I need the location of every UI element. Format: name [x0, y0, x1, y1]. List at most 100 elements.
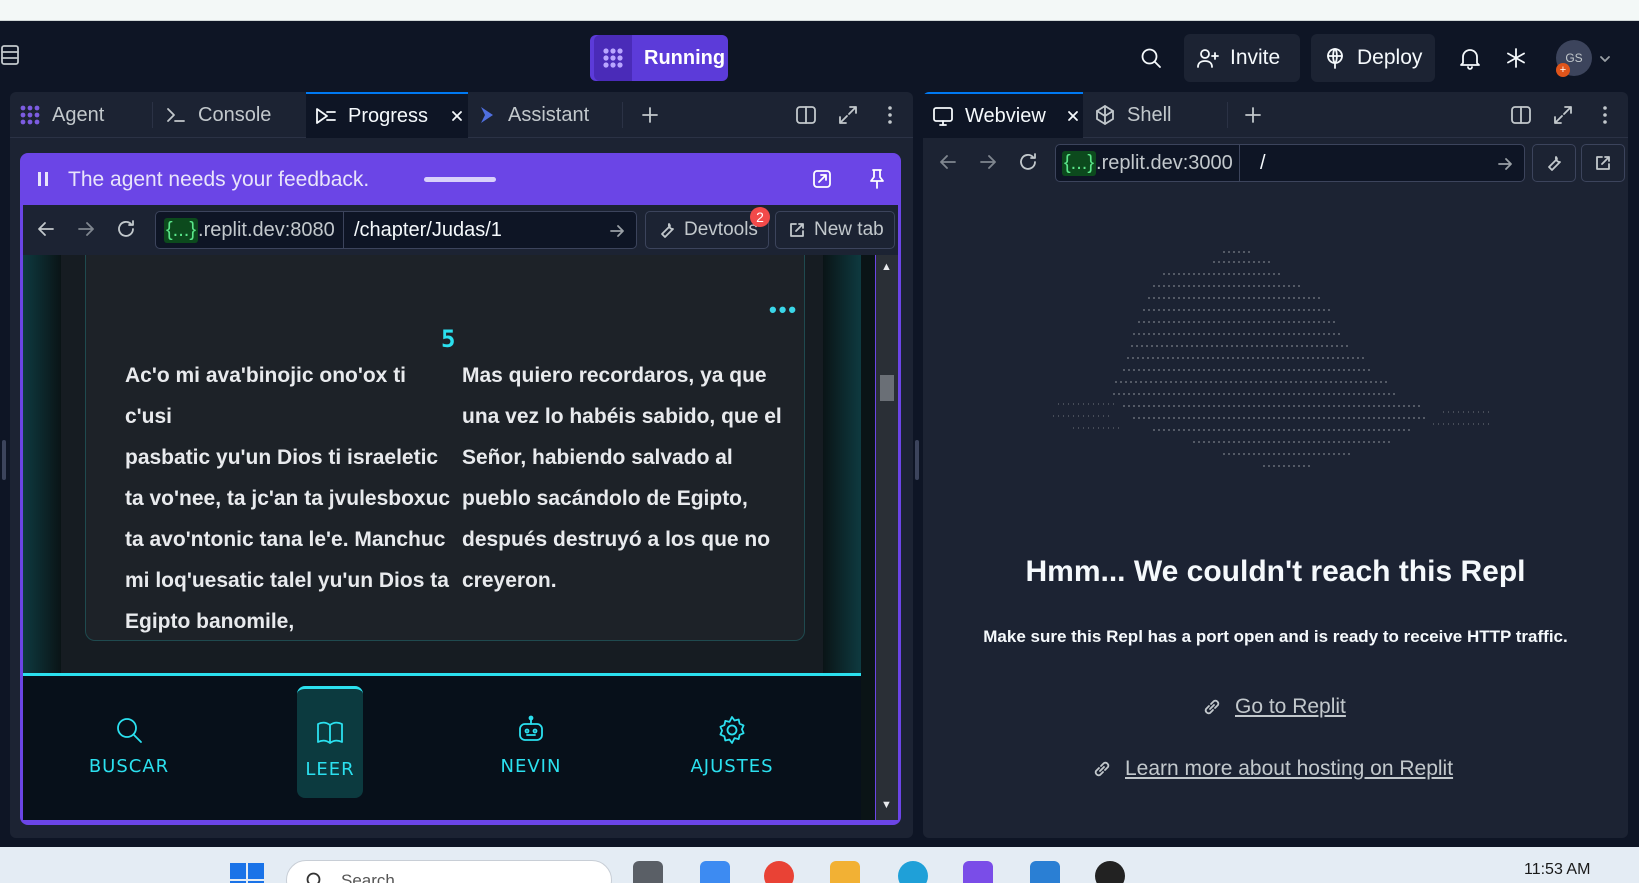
tab-label: Webview [965, 104, 1046, 127]
run-button[interactable]: Running [590, 35, 728, 81]
scrollbar-thumb[interactable] [880, 375, 894, 401]
nav-leer[interactable]: LEER [297, 686, 363, 798]
gear-icon [719, 716, 745, 744]
reload-icon[interactable] [115, 218, 137, 240]
devtools-button[interactable] [1532, 144, 1576, 182]
more-options-icon[interactable] [878, 103, 902, 127]
error-title: Hmm... We couldn't reach this Repl [1025, 555, 1526, 588]
nav-buscar[interactable]: BUSCAR [89, 686, 168, 798]
right-tab-bar: Webview Shell [923, 92, 1628, 138]
open-new-tab-button[interactable] [1581, 144, 1625, 182]
link-label: Learn more about hosting on Replit [1125, 757, 1454, 780]
close-icon[interactable] [450, 109, 464, 123]
new-tab-button[interactable]: New tab [775, 211, 895, 249]
learn-hosting-link[interactable]: Learn more about hosting on Replit [1091, 757, 1453, 781]
glow-border [23, 255, 61, 673]
feedback-message: The agent needs your feedback. [68, 168, 370, 191]
tab-divider [622, 102, 623, 128]
monitor-icon [933, 107, 953, 126]
go-arrow-icon[interactable] [1496, 155, 1514, 173]
verse-line: creyeron. [462, 569, 557, 592]
maximize-icon[interactable] [836, 103, 860, 127]
taskbar-clock: 11:53 AM [1524, 861, 1591, 878]
chevron-down-icon[interactable] [1598, 52, 1612, 66]
back-arrow-icon[interactable] [937, 151, 959, 173]
pane-resize-handle[interactable] [2, 440, 6, 480]
taskbar-search[interactable]: Search [286, 860, 612, 883]
inner-url-bar[interactable]: {...} .replit.dev:8080 /chapter/Judas/1 [155, 211, 637, 249]
taskbar-app-icon[interactable] [963, 861, 993, 883]
verse-text-tzotzil: Ac'o mi ava'binojic ono'ox ti c'usi pasb… [125, 355, 455, 642]
link-icon [1094, 761, 1110, 777]
split-pane-icon[interactable] [794, 103, 818, 127]
agent-icon [20, 105, 40, 125]
taskbar-app-icon[interactable] [700, 861, 730, 883]
more-horizontal-icon[interactable]: ••• [769, 297, 798, 323]
deploy-globe-icon [1327, 48, 1343, 69]
search-icon [306, 872, 321, 883]
add-user-icon [1197, 49, 1219, 68]
ai-spark-button[interactable] [1500, 34, 1532, 82]
search-icon [117, 718, 142, 743]
open-external-icon[interactable] [810, 167, 834, 191]
nav-ajustes[interactable]: AJUSTES [690, 686, 773, 798]
url-path[interactable]: /chapter/Judas/1 [354, 219, 502, 242]
go-to-replit-link[interactable]: Go to Replit [1201, 695, 1346, 719]
forward-arrow-icon[interactable] [977, 151, 999, 173]
notifications-button[interactable] [1454, 34, 1486, 82]
nav-nevin[interactable]: NEVIN [498, 686, 564, 798]
edge-icon[interactable] [898, 861, 928, 883]
tab-webview[interactable]: Webview [923, 92, 1083, 138]
chrome-icon[interactable] [764, 861, 794, 883]
ascii-cloud-illustration [1053, 251, 1493, 467]
tab-progress[interactable]: Progress [306, 92, 468, 138]
pane-resize-handle[interactable] [915, 440, 919, 480]
devtools-label: Devtools [684, 219, 758, 240]
go-arrow-icon[interactable] [608, 222, 626, 240]
verse-text-spanish: Mas quiero recordaros, ya que una vez lo… [462, 355, 782, 601]
reload-icon[interactable] [1017, 151, 1039, 173]
glow-border [823, 255, 861, 673]
vscode-icon[interactable] [1030, 861, 1060, 883]
more-options-icon[interactable] [1593, 103, 1617, 127]
feedback-bar[interactable]: The agent needs your feedback. [20, 153, 901, 205]
robot-icon [519, 715, 543, 741]
folder-icon[interactable] [830, 861, 860, 883]
split-pane-icon[interactable] [1509, 103, 1533, 127]
inner-scrollbar[interactable]: ▲ ▼ [876, 255, 898, 820]
add-tab-icon[interactable] [638, 103, 662, 127]
nav-label: LEER [305, 759, 355, 780]
deploy-button[interactable]: Deploy [1311, 34, 1435, 82]
webview-url-bar[interactable]: {...} .replit.dev:3000 / [1055, 144, 1525, 182]
scroll-up-arrow[interactable]: ▲ [881, 261, 892, 273]
browser-chrome-strip [0, 0, 1639, 21]
url-path[interactable]: / [1260, 152, 1266, 175]
url-host: {...} .replit.dev:8080 [156, 212, 344, 248]
tab-assistant[interactable]: Assistant [470, 92, 620, 138]
pause-icon[interactable] [36, 170, 50, 188]
taskbar-app-icon[interactable] [633, 861, 663, 883]
tab-agent[interactable]: Agent [10, 92, 150, 138]
back-arrow-icon[interactable] [35, 218, 57, 240]
inner-browser-nav: {...} .replit.dev:8080 /chapter/Judas/1 D… [23, 205, 898, 255]
verse-line: Mas quiero recordaros, ya que [462, 364, 767, 387]
nav-label: NEVIN [500, 756, 562, 777]
scroll-down-arrow[interactable]: ▼ [881, 799, 892, 811]
windows-start-icon[interactable] [230, 863, 264, 883]
search-icon [1141, 48, 1161, 68]
maximize-icon[interactable] [1551, 103, 1575, 127]
tab-shell[interactable]: Shell [1085, 92, 1235, 138]
pin-icon[interactable] [866, 167, 888, 191]
invite-button[interactable]: Invite [1184, 34, 1300, 82]
openai-icon[interactable] [1095, 861, 1125, 883]
add-tab-icon[interactable] [1241, 103, 1265, 127]
sidebar-toggle-icon[interactable] [0, 43, 22, 67]
drag-handle[interactable] [424, 177, 496, 182]
tab-console[interactable]: Console [156, 92, 306, 138]
search-button[interactable] [1130, 34, 1172, 82]
verse-line: ta avo'ntonic tana le'e. Manchuc [125, 528, 446, 551]
tab-divider [152, 102, 153, 128]
forward-arrow-icon[interactable] [75, 218, 97, 240]
close-icon[interactable] [1066, 109, 1080, 123]
host-domain: .replit.dev:8080 [198, 218, 335, 241]
